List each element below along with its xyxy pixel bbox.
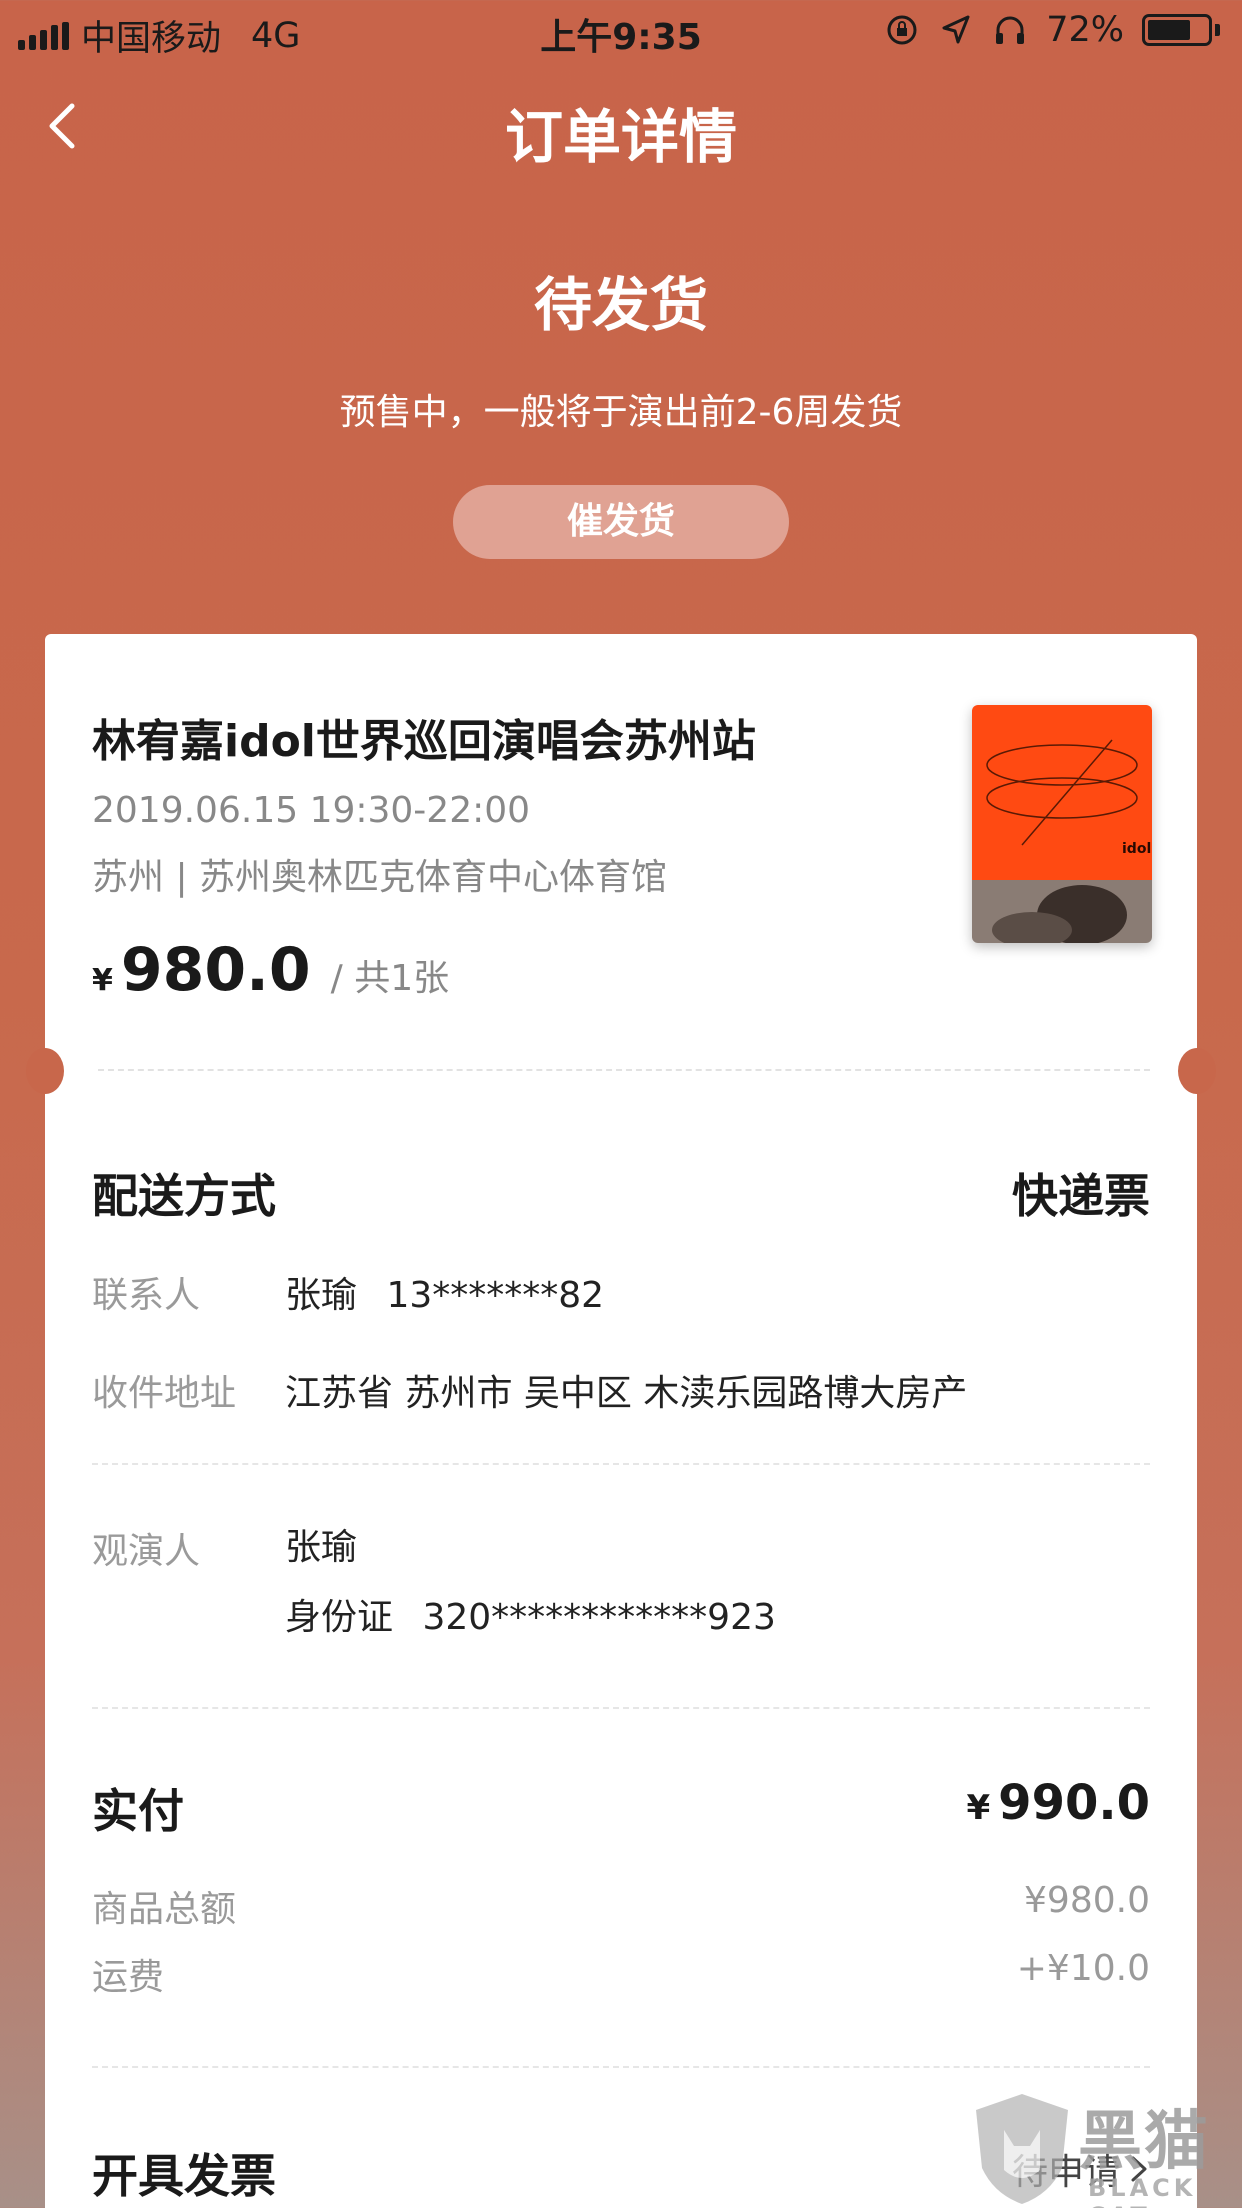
subtotal-label: 商品总额 bbox=[92, 1889, 237, 1930]
headphones-icon bbox=[996, 16, 1025, 44]
paid-amount: ¥ 990.0 bbox=[967, 1775, 1151, 1831]
urge-shipping-button[interactable]: 催发货 bbox=[453, 485, 789, 559]
event-price-row: ¥ 980.0 / 共1张 bbox=[92, 935, 449, 1005]
nav-bar: 订单详情 bbox=[0, 84, 1242, 171]
contact-phone: 13*******82 bbox=[386, 1275, 605, 1316]
address-label: 收件地址 bbox=[92, 1373, 237, 1414]
viewer-name: 张瑜 bbox=[285, 1527, 358, 1568]
event-title[interactable]: 林宥嘉idol世界巡回演唱会苏州站 bbox=[92, 705, 756, 769]
delivery-section-title: 配送方式 bbox=[92, 1169, 276, 1223]
event-time: 2019.06.15 19:30-22:00 bbox=[92, 790, 531, 831]
contact-label: 联系人 bbox=[92, 1275, 201, 1316]
contact-value: 张瑜 13*******82 bbox=[285, 1266, 604, 1318]
invoice-section-title[interactable]: 开具发票 bbox=[92, 2140, 276, 2206]
event-venue: 苏州 | 苏州奥林匹克体育中心体育馆 bbox=[92, 857, 668, 898]
status-bar: 中国移动 4G 上午9:35 72% bbox=[0, 0, 1242, 62]
event-poster-image[interactable]: idol bbox=[972, 705, 1152, 943]
watermark-text: 黑猫 bbox=[1078, 2105, 1210, 2179]
ticket-quantity: / 共1张 bbox=[330, 958, 450, 999]
poster-title: idol bbox=[1122, 841, 1151, 857]
black-cat-shield-logo bbox=[976, 2094, 1068, 2204]
section-divider bbox=[92, 1463, 1150, 1465]
paid-currency: ¥ bbox=[966, 1788, 991, 1828]
ticket-notch-right bbox=[1178, 1048, 1216, 1094]
id-number: 320************923 bbox=[422, 1597, 776, 1638]
viewer-label: 观演人 bbox=[92, 1531, 201, 1572]
price-currency: ¥ bbox=[92, 963, 113, 998]
event-price: 980.0 bbox=[120, 935, 311, 1005]
battery-fill bbox=[1148, 20, 1190, 40]
viewer-id: 身份证 320************923 bbox=[285, 1588, 776, 1640]
ticket-divider bbox=[98, 1069, 1150, 1071]
id-label: 身份证 bbox=[285, 1597, 394, 1638]
shipping-fee-label: 运费 bbox=[92, 1957, 165, 1998]
delivery-method: 快递票 bbox=[1012, 1169, 1150, 1223]
order-status-subtitle: 预售中，一般将于演出前2-6周发货 bbox=[339, 392, 903, 433]
paid-total: 990.0 bbox=[998, 1775, 1150, 1831]
ticket-notch-left bbox=[26, 1048, 64, 1094]
shipping-fee-value: +¥10.0 bbox=[1016, 1948, 1150, 1989]
poster-artwork: idol bbox=[972, 705, 1152, 943]
section-divider bbox=[92, 1707, 1150, 1709]
location-arrow-icon bbox=[942, 15, 970, 44]
status-right: 72% bbox=[884, 10, 1220, 50]
page-title: 订单详情 bbox=[504, 103, 737, 171]
black-cat-watermark: 黑猫 BLACK CAT bbox=[970, 2090, 1242, 2208]
battery-percent: 72% bbox=[1046, 10, 1124, 50]
rotation-lock-icon bbox=[887, 15, 917, 45]
payment-section-title: 实付 bbox=[92, 1784, 184, 1838]
battery-icon bbox=[1142, 14, 1220, 46]
address-value: 江苏省 苏州市 吴中区 木渎乐园路博大房产 bbox=[285, 1373, 968, 1414]
contact-name: 张瑜 bbox=[285, 1275, 358, 1316]
order-status: 待发货 bbox=[533, 271, 708, 339]
section-divider bbox=[92, 2066, 1150, 2068]
subtotal-value: ¥980.0 bbox=[1024, 1880, 1150, 1921]
watermark-subtext: BLACK CAT bbox=[1088, 2174, 1197, 2208]
